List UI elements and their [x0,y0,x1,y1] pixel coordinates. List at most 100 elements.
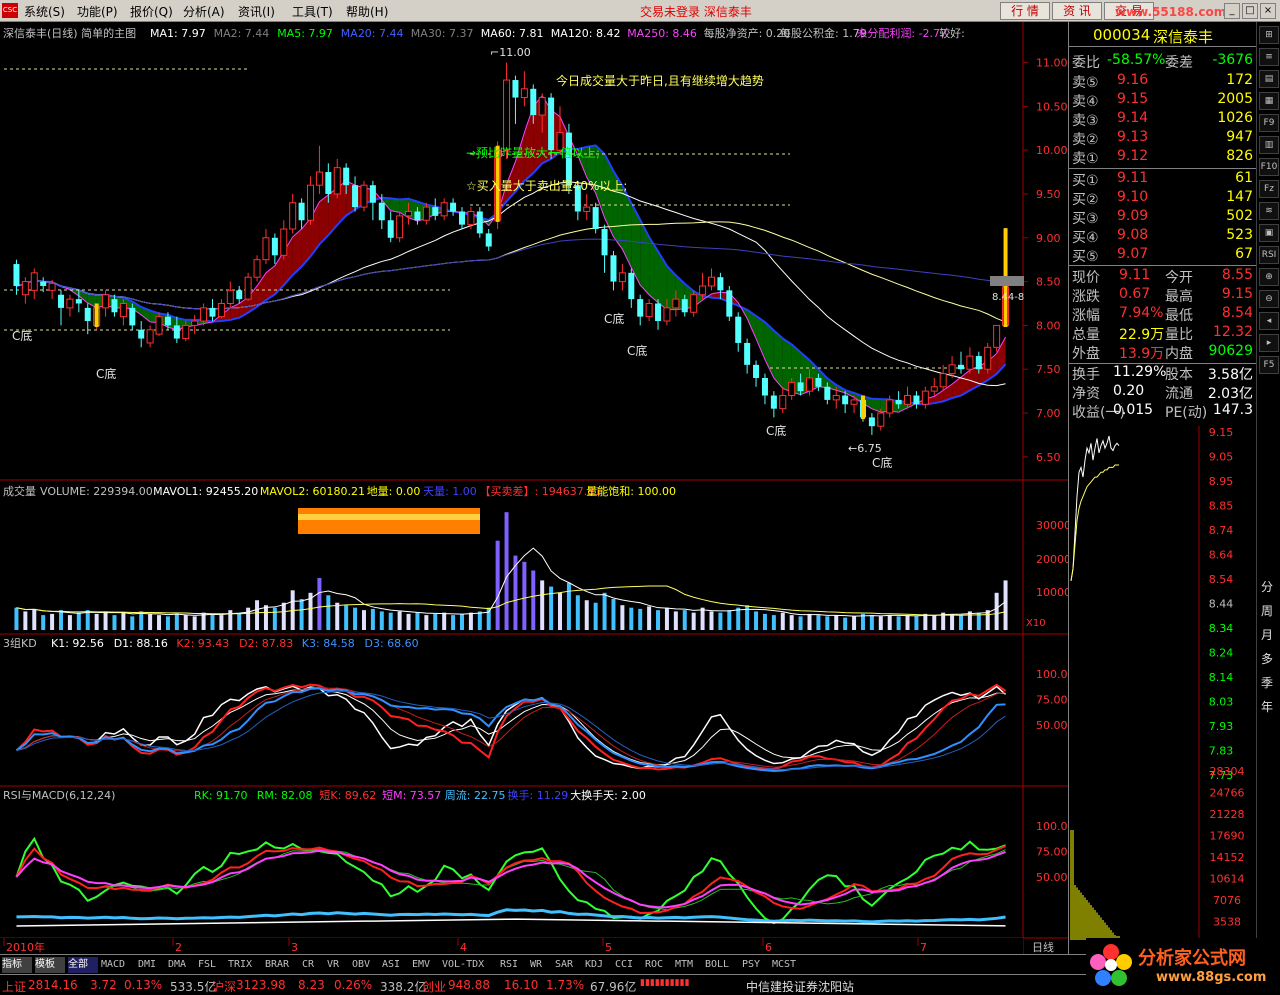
volume-bar [76,612,81,630]
toolbar-button[interactable]: RSI [1259,246,1279,264]
news-button[interactable]: 资 讯 [1052,2,1102,20]
toolbar-button[interactable]: ⊖ [1259,290,1279,308]
toolbar-button[interactable]: ≋ [1259,202,1279,220]
ask-row[interactable]: 卖③ 9.14 1026 [1069,110,1257,129]
indicator-tab[interactable]: RSI [500,957,527,973]
ask-row[interactable]: 卖⑤ 9.16 172 [1069,72,1257,91]
toolbar-button[interactable]: ▥ [1259,136,1279,154]
candle [717,277,724,291]
stat-row[interactable]: 总量 22.9万 量比 12.32 [1069,324,1257,343]
stat-row[interactable]: 涨幅 7.94% 最低 8.54 [1069,305,1257,324]
quote-cell: 现价 [1072,270,1100,286]
indicator-tab[interactable]: KDJ [585,957,612,973]
ask-row[interactable]: 卖② 9.13 947 [1069,129,1257,148]
indicator-tab[interactable]: DMA [168,957,195,973]
stat-row[interactable]: 现价 9.11 今开 8.55 [1069,267,1257,286]
indicator-tab[interactable]: BRAR [265,957,299,973]
indicator-tab[interactable]: OBV [352,957,379,973]
volume-bar [789,615,794,630]
indicator-tab[interactable]: ASI [382,957,409,973]
stat-row[interactable]: 外盘 13.9万 内盘 90629 [1069,343,1257,362]
indicator-tab[interactable]: BOLL [705,957,739,973]
period-button[interactable]: 月 [1261,626,1273,643]
period-button[interactable]: 周 [1261,602,1273,619]
indicator-tab[interactable]: SAR [555,957,582,973]
bid-row[interactable]: 买③ 9.09 502 [1069,208,1257,227]
intraday-chart[interactable]: 9.15 9.05 8.95 8.85 8.74 8.64 8.54 8.44 8.34 8.24… [1069,426,1257,940]
indicator-tab[interactable]: CR [302,957,324,973]
intraday-tick-label: 7.83 [1209,745,1234,758]
menu-help[interactable]: 帮助(H) [346,3,388,20]
bid-row[interactable]: 买④ 9.08 523 [1069,227,1257,246]
candle [244,276,252,300]
date-label: 4 [460,941,467,954]
menu-system[interactable]: 系统(S) [24,3,65,20]
maximize-icon[interactable]: □ [1242,3,1258,19]
indicator-tab[interactable]: EMV [412,957,439,973]
quote-cell: 内盘 [1165,346,1193,362]
indicator-tab[interactable]: 全部 [68,957,98,973]
indicator-tab[interactable]: PSY [742,957,769,973]
indicator-tab[interactable]: MCST [772,957,806,973]
toolbar-button[interactable]: ◂ [1259,312,1279,330]
ask-row[interactable]: 卖① 9.12 826 [1069,148,1257,167]
menu-function[interactable]: 功能(P) [77,3,118,20]
indicator-tab[interactable]: CCI [615,957,642,973]
candle [939,373,947,388]
menu-tools[interactable]: 工具(T) [292,3,333,20]
bid-row[interactable]: 买⑤ 9.07 67 [1069,246,1257,265]
indicator-tab[interactable]: ROC [645,957,672,973]
volume-bars[interactable] [14,508,1008,630]
toolbar-button[interactable]: ▦ [1259,92,1279,110]
quote-cell: 13.9万 [1119,346,1165,362]
volume-bar [165,616,170,630]
period-button[interactable]: 分 [1261,578,1273,595]
toolbar-button[interactable]: ▣ [1259,224,1279,242]
stat-row[interactable]: 涨跌 0.67 最高 9.15 [1069,286,1257,305]
indicator-tab[interactable]: 指标 [2,957,32,973]
stat-row-2[interactable]: 收益(一) 0.015 PE(动) 147.3 [1069,402,1257,421]
indicator-tab[interactable]: 模板 [35,957,65,973]
indicator-tab[interactable]: MACD [101,957,135,973]
menu-news[interactable]: 资讯(I) [238,3,275,20]
indicator-tab[interactable]: FSL [198,957,225,973]
kline-chart-area[interactable]: 深信泰丰(日线) 简单的主图 MA1: 7.97 MA2: 7.44 MA5: 7.9… [0,22,1068,954]
candles[interactable] [13,62,1010,435]
menu-quote[interactable]: 报价(Q) [130,3,173,20]
volume-bar [825,616,830,630]
toolbar-button[interactable]: ▸ [1259,334,1279,352]
bid-row[interactable]: 买② 9.10 147 [1069,189,1257,208]
period-button[interactable]: 季 [1261,674,1273,691]
intraday-vol-tick: 14152 [1210,851,1245,864]
minimize-icon[interactable]: _ [1224,3,1240,19]
toolbar-button[interactable]: Fz [1259,180,1279,198]
bid-row[interactable]: 买① 9.11 61 [1069,170,1257,189]
market-button[interactable]: 行 情 [1000,2,1050,20]
toolbar-button[interactable]: F10 [1259,158,1279,176]
toolbar-button[interactable]: ≡ [1259,48,1279,66]
menu-analysis[interactable]: 分析(A) [183,3,225,20]
indicator-tab[interactable]: WR [530,957,552,973]
stat-row-2[interactable]: 净资 0.20 流通 2.03亿 [1069,383,1257,402]
toolbar-button[interactable]: ⊞ [1259,26,1279,44]
rsi-tick-label: 50.00 [1036,871,1068,884]
stat-row-2[interactable]: 换手 11.29% 股本 3.58亿 [1069,364,1257,383]
indicator-tab[interactable]: VR [327,957,349,973]
quote-cell: 0.015 [1113,402,1154,418]
candle [779,395,787,410]
legend-item: VOLUME: 229394.00 [40,485,153,498]
indicator-tab[interactable]: VOL-TDX [442,957,497,973]
toolbar-button[interactable]: ⊕ [1259,268,1279,286]
period-button[interactable]: 多 [1261,650,1273,667]
close-icon[interactable]: × [1260,3,1276,19]
indicator-tab[interactable]: TRIX [228,957,262,973]
indicator-tab[interactable]: DMI [138,957,165,973]
volume-bar [611,599,616,630]
toolbar-button[interactable]: F5 [1259,356,1279,374]
period-button[interactable]: 年 [1261,698,1273,715]
indicator-tab[interactable]: MTM [675,957,702,973]
quote-cell: 22.9万 [1119,327,1165,343]
toolbar-button[interactable]: ▤ [1259,70,1279,88]
ask-row[interactable]: 卖④ 9.15 2005 [1069,91,1257,110]
toolbar-button[interactable]: F9 [1259,114,1279,132]
